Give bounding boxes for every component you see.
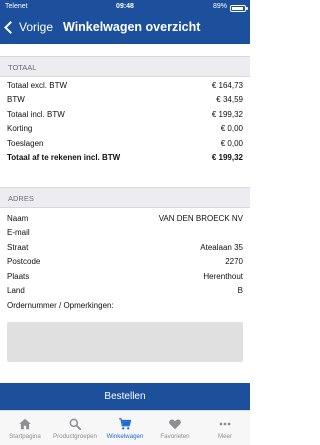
- search-icon: [69, 418, 82, 431]
- address-header: ADRES: [0, 187, 250, 208]
- status-right: 89%: [212, 0, 248, 13]
- tab-favorieten[interactable]: Favorieten: [150, 411, 200, 445]
- grand-total-row: Totaal af te rekenen incl. BTW € 199,32: [0, 151, 250, 166]
- home-icon: [19, 418, 31, 430]
- postcode-row: Postcode 2270: [0, 255, 250, 270]
- country-row: Land B: [0, 284, 250, 299]
- tab-winkelwagen[interactable]: Winkelwagen: [100, 411, 150, 445]
- tab-label: Winkelwagen: [106, 433, 144, 440]
- row-value: Herenthout: [203, 271, 243, 281]
- row-value: Atealaan 35: [200, 242, 243, 252]
- total-incl-row: Totaal incl. BTW € 199,32: [0, 107, 250, 122]
- row-value: € 0,00: [220, 138, 243, 148]
- navigation-bar: Vorige Winkelwagen overzicht: [0, 13, 250, 44]
- row-label: E-mail: [7, 228, 30, 238]
- tab-label: Favorieten: [160, 433, 190, 440]
- more-icon: [219, 422, 231, 426]
- row-label: BTW: [7, 95, 25, 105]
- cart-icon: [119, 418, 132, 430]
- row-value: B: [237, 286, 243, 296]
- row-label: Totaal incl. BTW: [7, 109, 65, 119]
- battery-percent: 89%: [212, 3, 227, 10]
- back-label: Vorige: [19, 20, 54, 34]
- chevron-left-icon: [4, 20, 17, 34]
- row-value: € 199,32: [211, 153, 243, 163]
- tab-label: Startpagina: [9, 433, 41, 440]
- order-notes-input[interactable]: [7, 322, 243, 362]
- tab-startpagina[interactable]: Startpagina: [0, 411, 50, 445]
- row-value: € 34,59: [216, 95, 243, 105]
- vat-row: BTW € 34,59: [0, 93, 250, 108]
- street-row: Straat Atealaan 35: [0, 240, 250, 255]
- city-row: Plaats Herenthout: [0, 269, 250, 284]
- tab-label: Productgroepen: [52, 433, 98, 440]
- order-button[interactable]: Bestellen: [0, 383, 250, 410]
- tab-meer[interactable]: Meer: [200, 411, 250, 445]
- tab-bar: Startpagina Productgroepen Winkelwagen F…: [0, 410, 250, 445]
- name-row: Naam VAN DEN BROECK NV: [0, 211, 250, 226]
- notes-label-row: Ordernummer / Opmerkingen:: [0, 298, 250, 313]
- row-label: Naam: [7, 213, 29, 223]
- row-value: € 199,32: [211, 109, 243, 119]
- heart-icon: [169, 419, 181, 430]
- email-row: E-mail: [0, 226, 250, 241]
- back-button[interactable]: Vorige: [4, 20, 54, 34]
- row-value: 2270: [225, 257, 243, 267]
- address-list: Naam VAN DEN BROECK NV E-mail Straat Ate…: [0, 211, 250, 313]
- row-label: Postcode: [7, 257, 41, 267]
- row-label: Plaats: [7, 271, 30, 281]
- row-value: € 164,73: [211, 80, 243, 90]
- tab-productgroepen[interactable]: Productgroepen: [50, 411, 100, 445]
- surcharge-row: Toeslagen € 0,00: [0, 136, 250, 151]
- row-label: Korting: [7, 124, 33, 134]
- total-excl-row: Totaal excl. BTW € 164,73: [0, 78, 250, 93]
- tab-label: Meer: [217, 433, 233, 440]
- row-value: € 0,00: [220, 124, 243, 134]
- row-label: Straat: [7, 242, 29, 252]
- row-label: Land: [7, 286, 25, 296]
- row-label: Totaal excl. BTW: [7, 80, 68, 90]
- page-title: Winkelwagen overzicht: [63, 20, 201, 34]
- row-label: Toeslagen: [7, 138, 44, 148]
- top-bar: Telenet 09:48 89% Vorige Winkelwagen ove…: [0, 0, 250, 44]
- row-label: Totaal af te rekenen incl. BTW: [7, 153, 121, 163]
- row-value: VAN DEN BROECK NV: [158, 213, 243, 223]
- discount-row: Korting € 0,00: [0, 122, 250, 137]
- battery-icon: [230, 4, 248, 12]
- totals-header: TOTAAL: [0, 56, 250, 77]
- status-bar: Telenet 09:48 89%: [0, 0, 250, 13]
- notes-label: Ordernummer / Opmerkingen:: [7, 300, 114, 310]
- totals-list: Totaal excl. BTW € 164,73 BTW € 34,59 To…: [0, 78, 250, 165]
